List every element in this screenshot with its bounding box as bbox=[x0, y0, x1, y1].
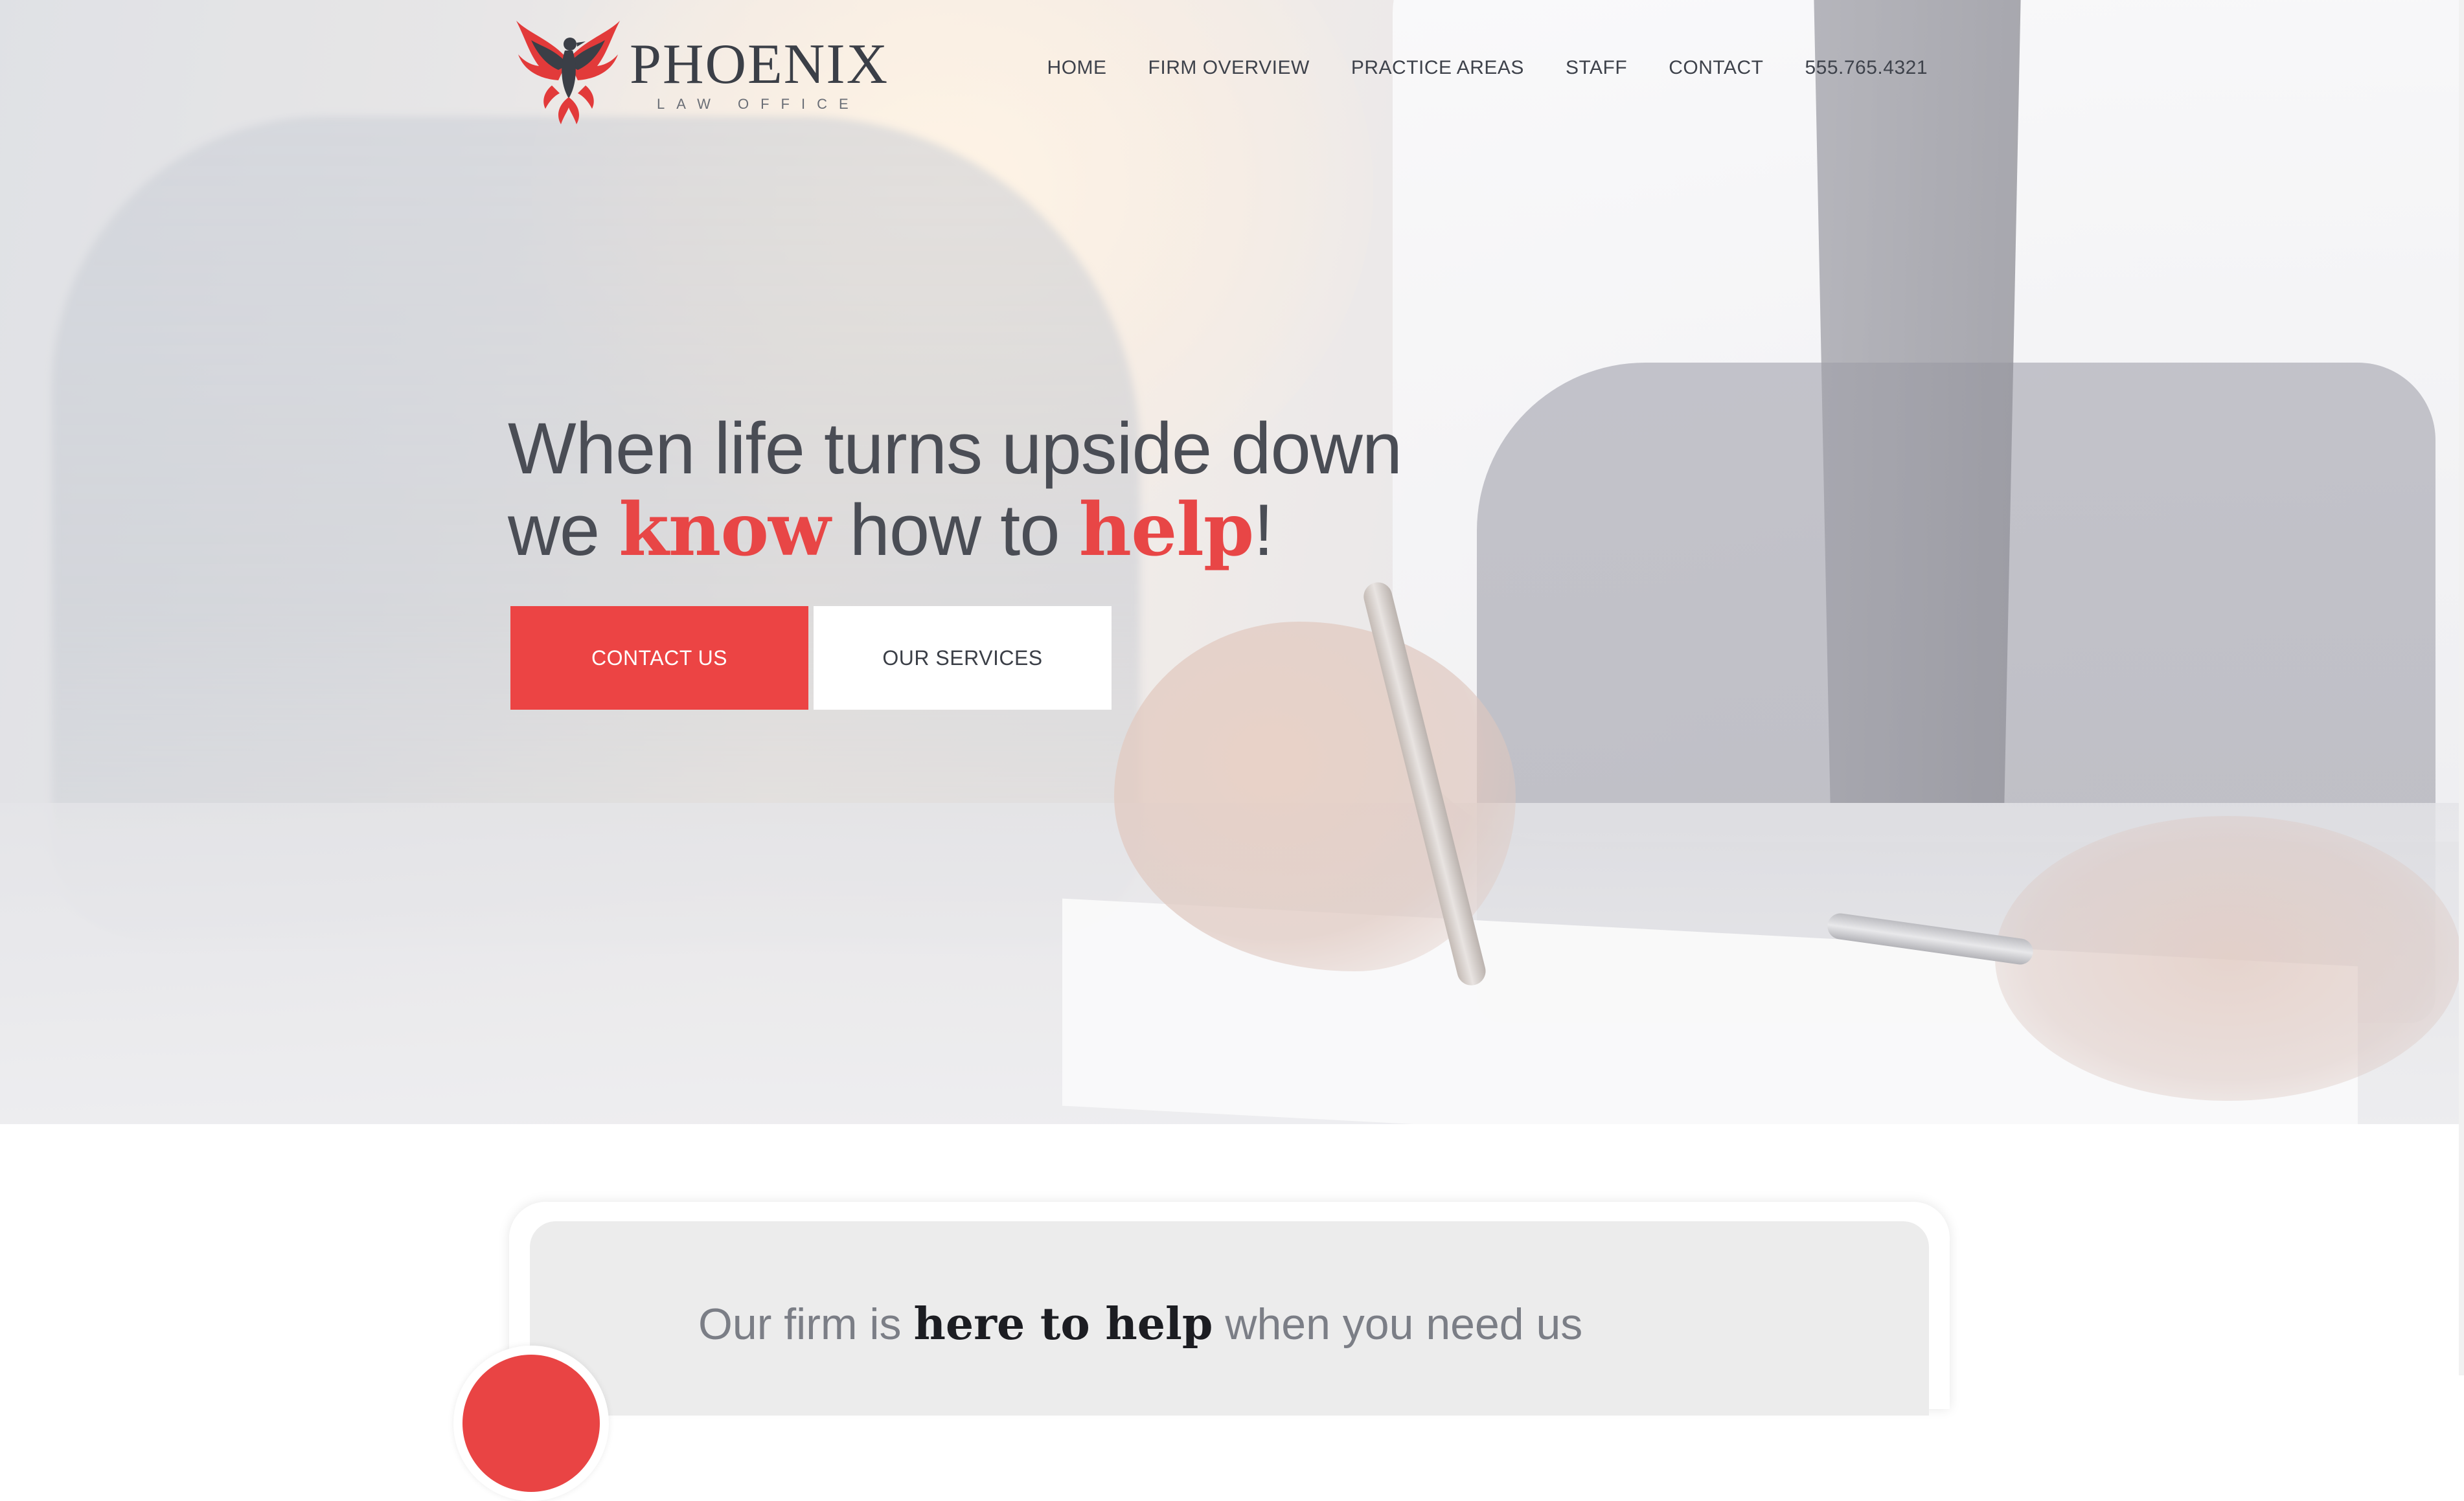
nav-item-home[interactable]: HOME bbox=[1047, 57, 1107, 79]
logo-tagline: LAW OFFICE bbox=[657, 96, 860, 112]
hero-headline-emphasis-know: know bbox=[619, 488, 830, 572]
nav-item-firm-overview[interactable]: FIRM OVERVIEW bbox=[1148, 57, 1310, 79]
hero-headline-line2-middle: how to bbox=[830, 490, 1079, 570]
hero-headline-emphasis-help: help bbox=[1078, 488, 1255, 572]
nav-item-contact[interactable]: CONTACT bbox=[1669, 57, 1763, 79]
logo-name: PHOENIX bbox=[630, 33, 889, 96]
hero-headline-line2-suffix: ! bbox=[1253, 490, 1273, 570]
hero-background-pen bbox=[1360, 579, 1489, 989]
hero-background-paper bbox=[1062, 898, 2358, 1124]
hero-background-desk bbox=[0, 803, 2464, 1124]
site-logo[interactable]: PHOENIX LAW OFFICE bbox=[513, 14, 887, 131]
hero-background-pen-secondary bbox=[1825, 911, 2035, 967]
firm-heading-suffix: when you need us bbox=[1213, 1300, 1583, 1349]
our-services-button[interactable]: OUR SERVICES bbox=[814, 606, 1112, 710]
hero-background-hand-secondary bbox=[1995, 816, 2461, 1101]
hero-background-shirt bbox=[1393, 0, 2464, 842]
phoenix-bird-icon bbox=[516, 21, 620, 124]
firm-heading-emphasis: here to help bbox=[913, 1298, 1213, 1350]
decorative-red-circle bbox=[453, 1346, 609, 1501]
hero-background-hand bbox=[1114, 622, 1516, 971]
nav-phone-number[interactable]: 555.765.4321 bbox=[1805, 57, 1928, 79]
hero-headline-line2-prefix: we bbox=[508, 490, 619, 570]
nav-item-staff[interactable]: STAFF bbox=[1566, 57, 1627, 79]
contact-us-button[interactable]: CONTACT US bbox=[510, 606, 808, 710]
hero-headline-line2: we know how to help! bbox=[508, 490, 1402, 571]
firm-heading-prefix: Our firm is bbox=[698, 1300, 914, 1349]
nav-item-practice-areas[interactable]: PRACTICE AREAS bbox=[1351, 57, 1524, 79]
hero-headline-line1: When life turns upside down bbox=[508, 408, 1402, 489]
page-scrollbar[interactable] bbox=[2459, 0, 2464, 1375]
hero-background-suit bbox=[1477, 363, 2435, 1023]
firm-intro-heading: Our firm is here to help when you need u… bbox=[698, 1298, 1582, 1350]
hero-headline: When life turns upside down we know how … bbox=[508, 408, 1402, 571]
main-navigation: HOME FIRM OVERVIEW PRACTICE AREAS STAFF … bbox=[1047, 57, 1928, 79]
hero-background-tie bbox=[1814, 0, 2021, 803]
